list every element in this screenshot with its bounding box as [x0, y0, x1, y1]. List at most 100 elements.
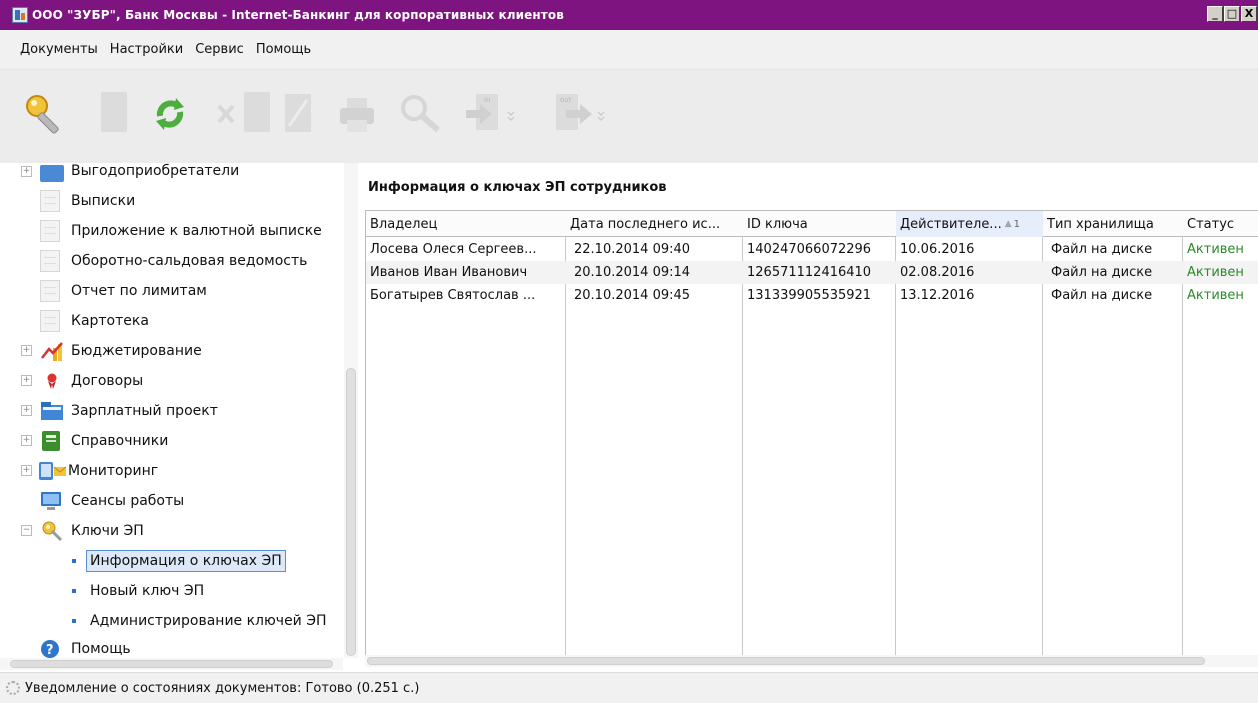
expand-icon[interactable]: +	[21, 465, 32, 476]
navigation-tree: + Выгодоприобретатели Выписки Приложение…	[0, 163, 343, 658]
header-storage-type[interactable]: Тип хранилища	[1043, 211, 1183, 237]
tree-item-label: Приложение к валютной выписке	[71, 223, 322, 239]
refresh-icon[interactable]	[150, 92, 190, 136]
menu-help[interactable]: Помощь	[250, 42, 317, 57]
cell-valid-until: 10.06.2016	[900, 242, 975, 257]
tree-item-label: Ключи ЭП	[71, 523, 144, 539]
scroll-thumb[interactable]	[10, 660, 333, 668]
tree-item-label: Мониторинг	[68, 463, 159, 479]
book-icon	[41, 430, 61, 452]
tree-item-label: Новый ключ ЭП	[90, 583, 205, 599]
document-icon	[40, 310, 60, 332]
table-row[interactable]: Богатырев Святослав ... 20.10.2014 09:45…	[366, 284, 1258, 307]
expand-icon[interactable]: +	[21, 345, 32, 356]
menu-settings[interactable]: Настройки	[104, 42, 189, 57]
header-valid-until[interactable]: Действителе... ▲ 1	[896, 211, 1043, 237]
table-row[interactable]: Иванов Иван Иванович 20.10.2014 09:14 12…	[366, 261, 1258, 284]
document-icon	[40, 220, 60, 242]
delete-icon[interactable]	[215, 92, 237, 136]
sidebar-horizontal-scrollbar[interactable]	[0, 658, 343, 670]
folder-icon	[40, 401, 64, 421]
tree-item-label: Помощь	[71, 641, 131, 657]
tree-item-label: Договоры	[71, 373, 144, 389]
tree-item-label: Выгодоприобретатели	[71, 163, 240, 179]
tree-item-key-info[interactable]: Информация о ключах ЭП	[0, 546, 343, 576]
key-icon[interactable]	[22, 92, 74, 136]
sort-ascending-icon: ▲	[1004, 219, 1012, 229]
header-status[interactable]: Статус	[1183, 211, 1258, 237]
cell-last-used: 22.10.2014 09:40	[574, 242, 691, 257]
minimize-button[interactable]: _	[1207, 6, 1223, 22]
bullet-icon	[72, 589, 76, 593]
tree-item-label: Справочники	[71, 433, 169, 449]
cell-valid-until: 13.12.2016	[900, 288, 975, 303]
cell-last-used: 20.10.2014 09:14	[574, 265, 691, 280]
cell-key-id: 131339905535921	[747, 288, 872, 303]
header-valid-until-label: Действителе...	[900, 216, 1002, 232]
window-title: ООО "ЗУБР", Банк Москвы - Internet-Банки…	[32, 8, 564, 22]
cell-owner: Лосева Олеся Сергеев...	[370, 242, 537, 257]
menu-bar: Документы Настройки Сервис Помощь	[0, 30, 1258, 70]
header-last-used[interactable]: Дата последнего ис...	[566, 211, 743, 237]
header-key-id[interactable]: ID ключа	[743, 211, 896, 237]
cell-key-id: 140247066072296	[747, 242, 872, 257]
keys-icon	[40, 519, 64, 543]
chart-icon	[40, 340, 64, 362]
maximize-button[interactable]: □	[1224, 6, 1240, 22]
new-document-icon[interactable]	[101, 92, 127, 132]
menu-documents[interactable]: Документы	[0, 42, 104, 57]
table-horizontal-scrollbar[interactable]	[365, 655, 1258, 667]
scroll-thumb[interactable]	[367, 657, 1205, 665]
tree-item-beneficiaries[interactable]: + Выгодоприобретатели	[0, 163, 343, 186]
keys-table: Владелец Дата последнего ис... ID ключа …	[365, 210, 1258, 658]
table-header: Владелец Дата последнего ис... ID ключа …	[366, 211, 1258, 237]
tree-item-key-admin[interactable]: Администрирование ключей ЭП	[0, 606, 343, 636]
folder-icon	[40, 165, 64, 182]
import-badge: in	[484, 96, 490, 104]
ribbon-icon	[45, 372, 59, 390]
tree-item-label: Оборотно-сальдовая ведомость	[71, 253, 308, 269]
tree-item-label-selected: Информация о ключах ЭП	[86, 550, 286, 572]
document-icon	[40, 250, 60, 272]
print-icon[interactable]	[337, 92, 377, 136]
sidebar-vertical-scrollbar[interactable]	[344, 163, 358, 658]
monitor-icon	[40, 491, 62, 511]
import-icon[interactable]: in	[462, 92, 522, 136]
cell-storage-type: Файл на диске	[1051, 265, 1153, 280]
status-bar: Уведомление о состояниях документов: Гот…	[0, 672, 1258, 703]
toolbar: in out	[0, 70, 1258, 163]
collapse-icon[interactable]: −	[21, 525, 32, 536]
status-text: Уведомление о состояниях документов: Гот…	[25, 680, 420, 696]
svg-text:?: ?	[46, 643, 54, 658]
cell-owner: Иванов Иван Иванович	[370, 265, 528, 280]
copy-icon[interactable]	[244, 92, 270, 132]
expand-icon[interactable]: +	[21, 165, 32, 177]
menu-service[interactable]: Сервис	[189, 42, 250, 57]
search-icon[interactable]	[398, 92, 444, 136]
tree-item-label: Отчет по лимитам	[71, 283, 207, 299]
edit-icon[interactable]	[283, 92, 313, 136]
tree-item-label: Администрирование ключей ЭП	[90, 613, 327, 629]
expand-icon[interactable]: +	[21, 405, 32, 416]
cell-valid-until: 02.08.2016	[900, 265, 975, 280]
cell-owner: Богатырев Святослав ...	[370, 288, 536, 303]
export-icon[interactable]: out	[552, 92, 612, 136]
close-button[interactable]: X	[1241, 6, 1257, 22]
spinner-icon	[6, 681, 20, 695]
tree-item-label: Картотека	[71, 313, 149, 329]
monitoring-icon	[38, 460, 68, 482]
sort-index: 1	[1013, 218, 1021, 230]
cell-key-id: 126571112416410	[747, 265, 872, 280]
scroll-thumb[interactable]	[346, 368, 356, 656]
cell-storage-type: Файл на диске	[1051, 288, 1153, 303]
cell-status: Активен	[1187, 242, 1244, 257]
cell-status: Активен	[1187, 288, 1244, 303]
tree-item-label: Зарплатный проект	[71, 403, 218, 419]
header-owner[interactable]: Владелец	[366, 211, 566, 237]
expand-icon[interactable]: +	[21, 435, 32, 446]
export-badge: out	[560, 96, 572, 104]
expand-icon[interactable]: +	[21, 375, 32, 386]
table-row[interactable]: Лосева Олеся Сергеев... 22.10.2014 09:40…	[366, 238, 1258, 261]
document-icon	[40, 190, 60, 212]
tree-item-label: Сеансы работы	[71, 493, 185, 509]
